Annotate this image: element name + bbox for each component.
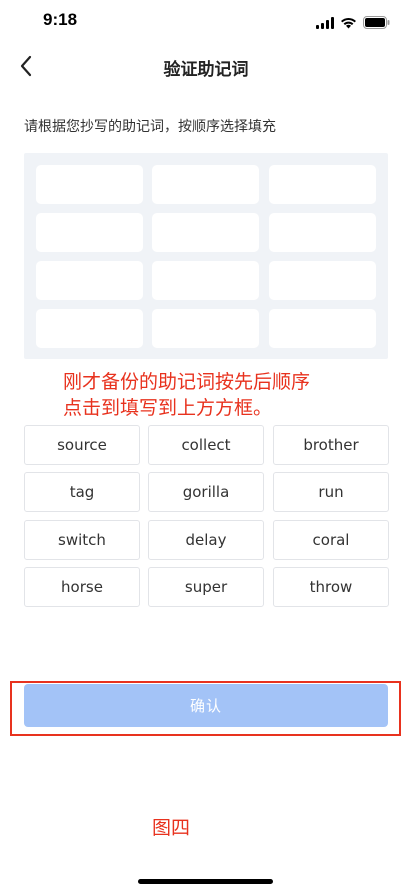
status-bar: 9:18 (0, 0, 412, 44)
word-slot[interactable] (152, 261, 259, 300)
word-slot[interactable] (269, 309, 376, 348)
word-slot[interactable] (36, 213, 143, 252)
word-button-super[interactable]: super (148, 567, 264, 607)
word-button-delay[interactable]: delay (148, 520, 264, 560)
word-button-horse[interactable]: horse (24, 567, 140, 607)
word-button-collect[interactable]: collect (148, 425, 264, 465)
word-slot[interactable] (152, 213, 259, 252)
word-slot[interactable] (36, 261, 143, 300)
battery-icon (363, 14, 390, 33)
nav-bar: 验证助记词 (0, 44, 412, 88)
status-icons (316, 14, 390, 33)
word-button-gorilla[interactable]: gorilla (148, 472, 264, 512)
word-slot[interactable] (269, 261, 376, 300)
figure-label: 图四 (152, 817, 191, 839)
home-indicator (138, 879, 273, 884)
word-button-source[interactable]: source (24, 425, 140, 465)
word-slot[interactable] (269, 165, 376, 204)
page-title: 验证助记词 (163, 60, 249, 80)
word-button-run[interactable]: run (273, 472, 389, 512)
word-button-throw[interactable]: throw (273, 567, 389, 607)
word-button-coral[interactable]: coral (273, 520, 389, 560)
status-time: 9:18 (43, 10, 78, 29)
wifi-icon (340, 14, 357, 33)
instruction-text: 请根据您抄写的助记词，按顺序选择填充 (24, 119, 276, 135)
selected-words-panel (24, 153, 388, 359)
word-button-switch[interactable]: switch (24, 520, 140, 560)
word-slot[interactable] (269, 213, 376, 252)
annotation-line: 刚才备份的助记词按先后顺序 (63, 371, 311, 393)
word-button-tag[interactable]: tag (24, 472, 140, 512)
annotation-text: 刚才备份的助记词按先后顺序 点击到填写到上方方框。 (63, 369, 383, 421)
signal-icon (316, 14, 334, 33)
confirm-button[interactable]: 确认 (24, 684, 388, 727)
word-button-brother[interactable]: brother (273, 425, 389, 465)
word-slot[interactable] (36, 165, 143, 204)
word-slot[interactable] (152, 165, 259, 204)
annotation-line: 点击到填写到上方方框。 (63, 397, 273, 419)
word-slot[interactable] (36, 309, 143, 348)
word-slot[interactable] (152, 309, 259, 348)
